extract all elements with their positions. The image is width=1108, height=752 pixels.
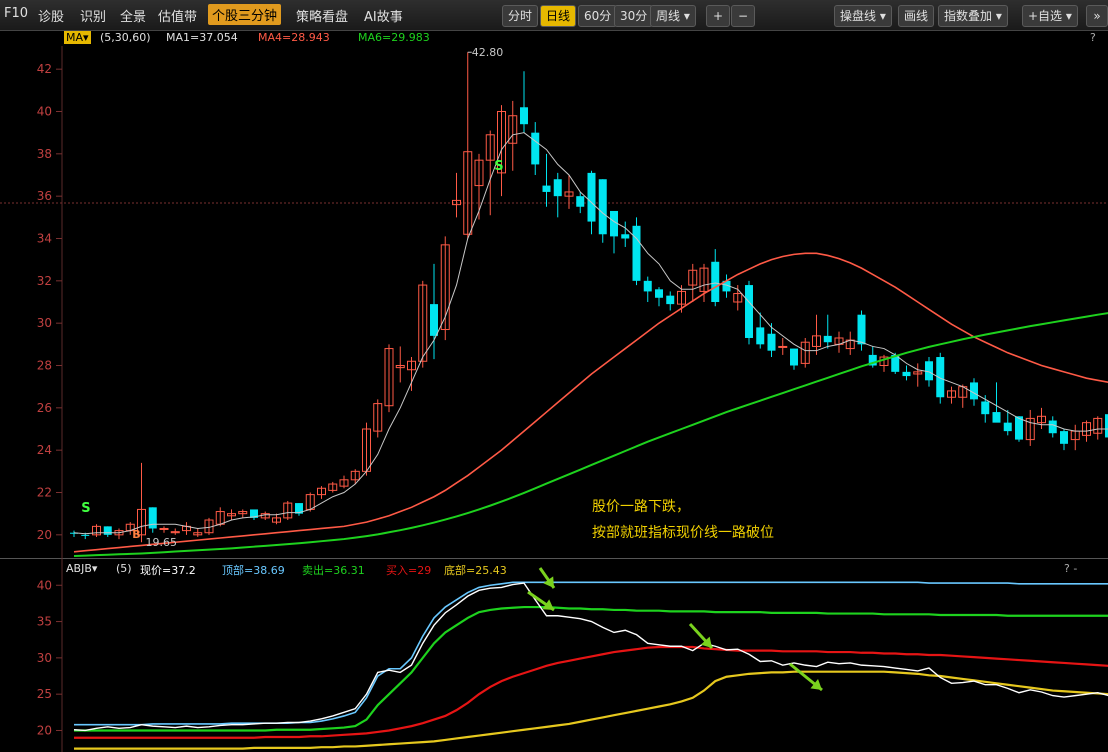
y-tick-label: 42 — [37, 62, 52, 76]
candle-body — [576, 196, 585, 207]
candle-body — [531, 132, 540, 165]
sub-y-tick-label: 35 — [37, 615, 52, 629]
ma-line-ma4 — [73, 252, 1108, 553]
candle-body — [520, 107, 528, 125]
sell-marker: S — [494, 159, 503, 174]
candle-body — [767, 333, 776, 351]
sub-y-tick-label: 20 — [37, 723, 52, 737]
y-tick-label: 28 — [37, 359, 52, 373]
abjb-top-line — [74, 581, 1108, 726]
candle-body — [553, 179, 562, 197]
sell-marker: S — [81, 501, 90, 516]
annotation-line2: 按部就班指标现价线一路破位 — [592, 525, 774, 541]
candle-body — [790, 348, 798, 366]
candle-body — [1003, 422, 1012, 432]
candle-body — [981, 401, 990, 415]
candle-body — [1048, 420, 1057, 434]
y-tick-label: 22 — [37, 486, 52, 500]
buy-marker: B — [132, 528, 140, 541]
candle-body — [159, 527, 169, 530]
stock-chart: 20 22 24 26 28 30 32 34 36 38 40 42 S S B 42.80 19.65 20 2… — [0, 46, 1108, 752]
abjb-sell-line — [74, 605, 1108, 732]
y-tick-label: 24 — [37, 443, 52, 457]
y-tick-label: 32 — [37, 274, 52, 288]
candle-body — [666, 295, 675, 305]
candle-body — [745, 285, 753, 338]
sub-y-tick-label: 25 — [37, 687, 52, 701]
candle-body — [542, 185, 551, 192]
candle-body — [148, 507, 157, 529]
candle-body — [430, 304, 438, 336]
y-tick-label: 20 — [37, 528, 52, 542]
annotation-line1: 股价一路下跌， — [592, 499, 690, 515]
y-tick-label: 30 — [37, 316, 52, 330]
candle-body — [992, 412, 1001, 423]
candle-body — [598, 179, 607, 235]
sub-y-tick-label: 40 — [37, 578, 52, 592]
candle-body — [655, 289, 663, 298]
candle-body — [621, 234, 630, 239]
candle-body — [643, 280, 652, 292]
ma-line-ma6 — [73, 312, 1108, 557]
candle-body — [1060, 431, 1068, 444]
y-tick-label: 38 — [37, 147, 52, 161]
candle-body — [103, 526, 112, 535]
sub-y-tick-label: 30 — [37, 651, 52, 665]
candle-body — [632, 225, 641, 281]
y-tick-label: 36 — [37, 189, 52, 203]
candle-body — [925, 361, 933, 381]
candle-body — [81, 534, 90, 536]
candle-body — [857, 314, 866, 345]
candle-body — [823, 335, 832, 343]
high-price-label: 42.80 — [472, 46, 504, 59]
candle-body — [756, 327, 765, 345]
candle-body — [711, 261, 720, 302]
low-price-label: 19.65 — [146, 536, 178, 549]
y-tick-label: 26 — [37, 401, 52, 415]
candle-body — [587, 172, 596, 222]
y-tick-label: 40 — [37, 105, 52, 119]
candle-body — [902, 371, 911, 377]
candle-body — [778, 345, 788, 348]
y-tick-label: 34 — [37, 232, 52, 246]
